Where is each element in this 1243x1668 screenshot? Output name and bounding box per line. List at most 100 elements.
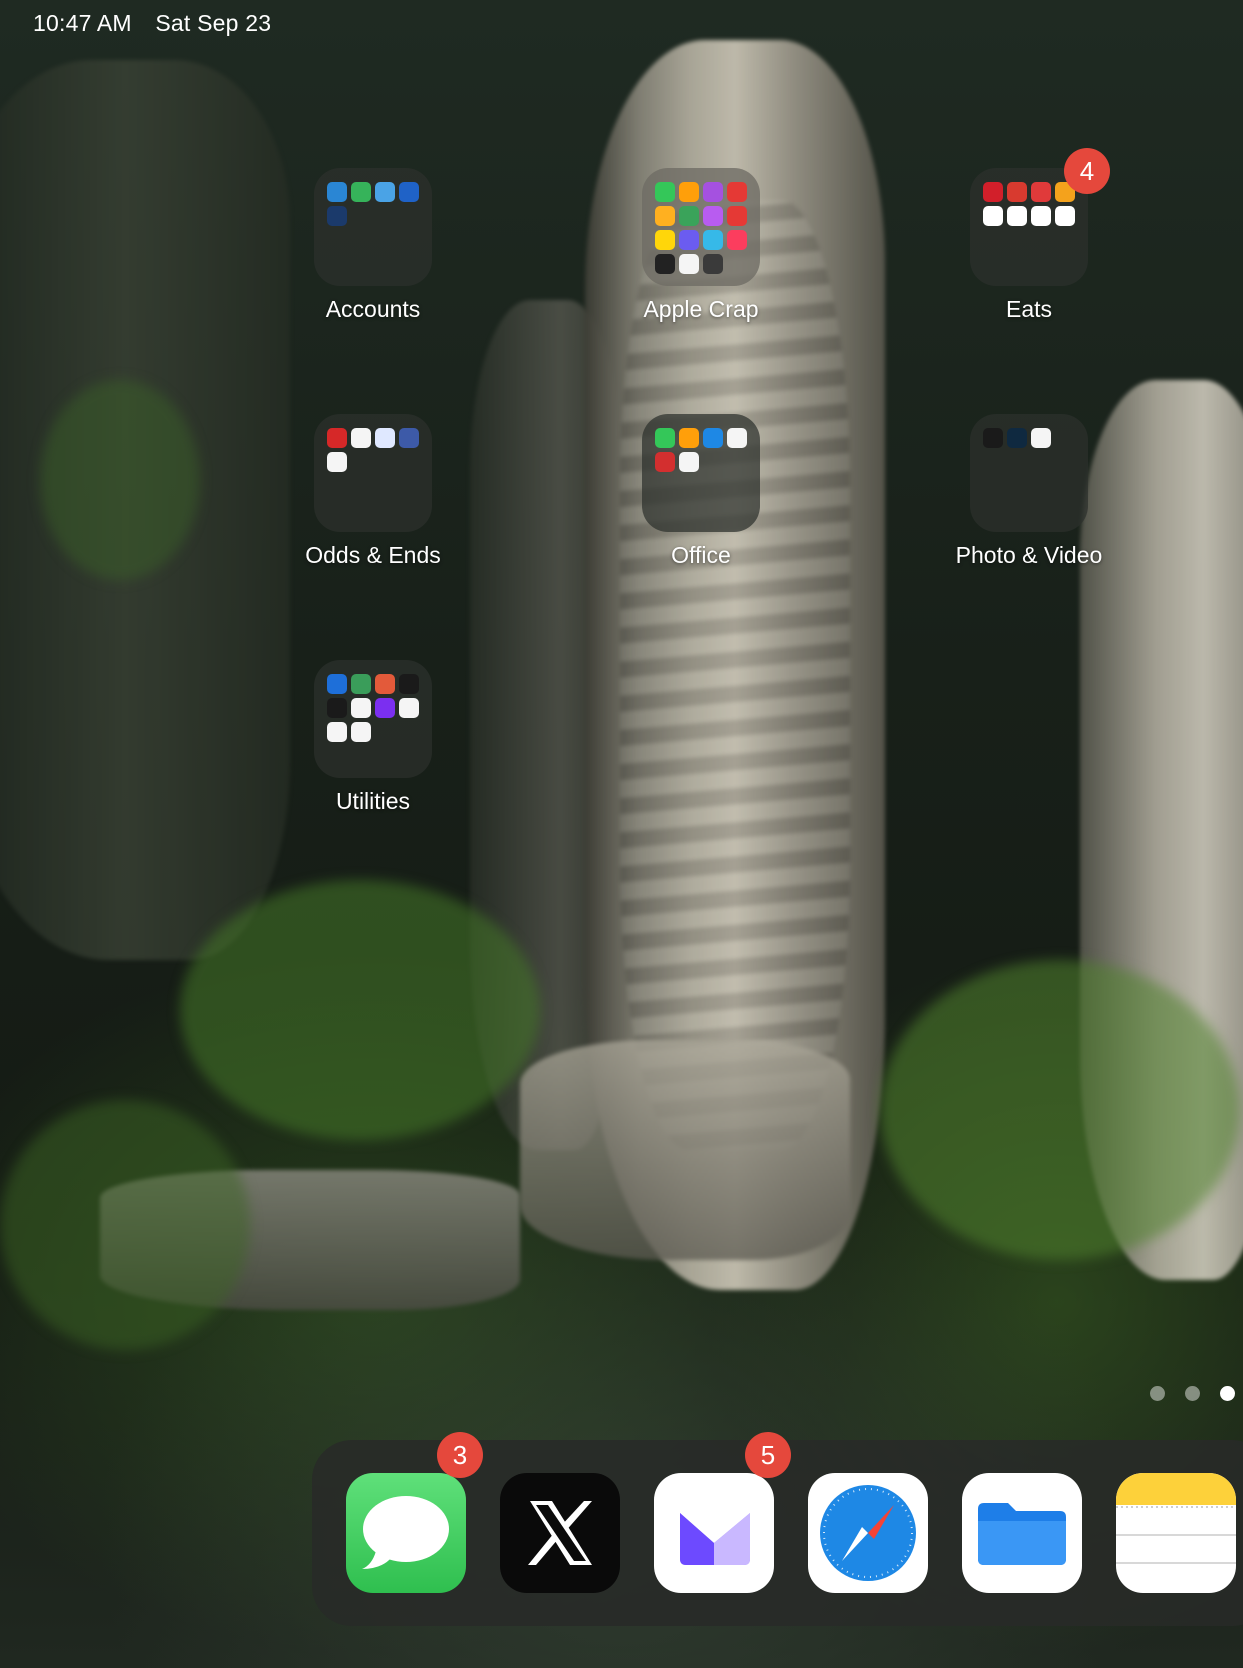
notification-badge: 4 bbox=[1064, 148, 1110, 194]
page-indicator[interactable] bbox=[1150, 1386, 1235, 1401]
mini-app-icon bbox=[1031, 206, 1051, 226]
app-notes[interactable] bbox=[1116, 1473, 1236, 1593]
mini-app-icon bbox=[727, 428, 747, 448]
mini-app-icon bbox=[655, 428, 675, 448]
mini-app-icon bbox=[351, 428, 371, 448]
speech-bubble-icon bbox=[362, 1496, 449, 1569]
notification-badge: 3 bbox=[437, 1432, 483, 1478]
mini-app-icon bbox=[655, 206, 675, 226]
notification-badge: 5 bbox=[745, 1432, 791, 1478]
mini-app-icon bbox=[1031, 182, 1051, 202]
folder-label: Apple Crap bbox=[643, 296, 759, 322]
mini-app-icon bbox=[703, 428, 723, 448]
folder-eats[interactable]: 4 Eats bbox=[954, 148, 1110, 323]
mini-app-icon bbox=[327, 182, 347, 202]
mini-app-icon bbox=[679, 206, 699, 226]
mini-app-icon bbox=[1007, 182, 1027, 202]
mini-app-icon bbox=[727, 182, 747, 202]
mini-app-icon bbox=[655, 182, 675, 202]
mini-app-icon bbox=[703, 182, 723, 202]
app-files[interactable] bbox=[962, 1473, 1082, 1593]
mini-app-icon bbox=[375, 698, 395, 718]
mini-app-icon bbox=[399, 674, 419, 694]
folder-icon bbox=[970, 414, 1088, 532]
wallpaper-foliage bbox=[180, 880, 540, 1140]
app-messages[interactable] bbox=[346, 1473, 466, 1593]
status-time: 10:47 AM bbox=[33, 10, 132, 36]
folder-label: Accounts bbox=[325, 296, 421, 322]
folder-odds-and-ends[interactable]: Odds & Ends bbox=[298, 414, 448, 569]
folder-icon bbox=[642, 414, 760, 532]
page-dot[interactable] bbox=[1150, 1386, 1165, 1401]
mini-app-icon bbox=[679, 254, 699, 274]
mini-app-icon bbox=[703, 230, 723, 250]
mini-app-icon bbox=[655, 452, 675, 472]
mini-app-icon bbox=[679, 452, 699, 472]
dock: 3 5 bbox=[312, 1432, 1243, 1626]
mini-app-icon bbox=[375, 428, 395, 448]
folder-label: Photo & Video bbox=[955, 542, 1103, 568]
mini-app-icon bbox=[983, 206, 1003, 226]
mini-app-icon bbox=[327, 674, 347, 694]
status-bar: 10:47 AM Sat Sep 23 bbox=[33, 10, 288, 37]
mini-app-icon bbox=[375, 182, 395, 202]
folder-label: Office bbox=[671, 542, 731, 568]
page-dot[interactable] bbox=[1185, 1386, 1200, 1401]
mini-app-icon bbox=[1055, 206, 1075, 226]
mini-app-icon bbox=[983, 428, 1003, 448]
mini-app-icon bbox=[679, 230, 699, 250]
mini-app-icon bbox=[703, 254, 723, 274]
mini-app-icon bbox=[655, 254, 675, 274]
folder-photo-and-video[interactable]: Photo & Video bbox=[954, 414, 1104, 569]
wallpaper-rock-texture bbox=[620, 200, 850, 1150]
app-safari[interactable] bbox=[808, 1473, 928, 1593]
mini-app-icon bbox=[703, 206, 723, 226]
folder-icon bbox=[978, 1503, 1066, 1565]
mini-app-icon bbox=[727, 206, 747, 226]
mini-app-icon bbox=[1031, 428, 1051, 448]
folder-label: Eats bbox=[1005, 296, 1053, 322]
mini-app-icon bbox=[727, 230, 747, 250]
folder-icon bbox=[642, 168, 760, 286]
folder-icon bbox=[314, 414, 432, 532]
mini-app-icon bbox=[327, 722, 347, 742]
mini-app-icon bbox=[399, 182, 419, 202]
wallpaper-foliage bbox=[40, 380, 200, 580]
folder-icon bbox=[314, 168, 432, 286]
mini-app-icon bbox=[351, 698, 371, 718]
mini-app-icon bbox=[655, 230, 675, 250]
folder-icon: 4 bbox=[970, 148, 1110, 286]
wallpaper-foliage bbox=[0, 1100, 250, 1350]
folder-label: Odds & Ends bbox=[305, 542, 441, 568]
folder-apple-crap[interactable]: Apple Crap bbox=[626, 168, 776, 323]
folder-office[interactable]: Office bbox=[626, 414, 776, 569]
mini-app-icon bbox=[679, 182, 699, 202]
mini-app-icon bbox=[399, 428, 419, 448]
mini-app-icon bbox=[679, 428, 699, 448]
mini-app-icon bbox=[327, 428, 347, 448]
mini-app-icon bbox=[1007, 206, 1027, 226]
x-logo-icon bbox=[528, 1501, 592, 1565]
mini-app-icon bbox=[399, 698, 419, 718]
app-proton-mail[interactable] bbox=[654, 1473, 774, 1593]
folder-label: Utilities bbox=[335, 788, 411, 814]
page-dot-active[interactable] bbox=[1220, 1386, 1235, 1401]
mini-app-icon bbox=[351, 674, 371, 694]
mini-app-icon bbox=[1007, 428, 1027, 448]
mail-envelope-icon bbox=[680, 1513, 750, 1565]
status-date: Sat Sep 23 bbox=[155, 10, 272, 36]
mini-app-icon bbox=[351, 722, 371, 742]
app-x[interactable] bbox=[500, 1473, 620, 1593]
mini-app-icon bbox=[983, 182, 1003, 202]
mini-app-icon bbox=[351, 182, 371, 202]
folder-accounts[interactable]: Accounts bbox=[298, 168, 448, 323]
mini-app-icon bbox=[375, 674, 395, 694]
mini-app-icon bbox=[327, 698, 347, 718]
compass-icon bbox=[820, 1485, 916, 1581]
mini-app-icon bbox=[327, 206, 347, 226]
wallpaper-foliage bbox=[880, 960, 1240, 1260]
folder-icon bbox=[314, 660, 432, 778]
mini-app-icon bbox=[327, 452, 347, 472]
wallpaper-boulder bbox=[520, 1040, 850, 1260]
folder-utilities[interactable]: Utilities bbox=[298, 660, 448, 815]
